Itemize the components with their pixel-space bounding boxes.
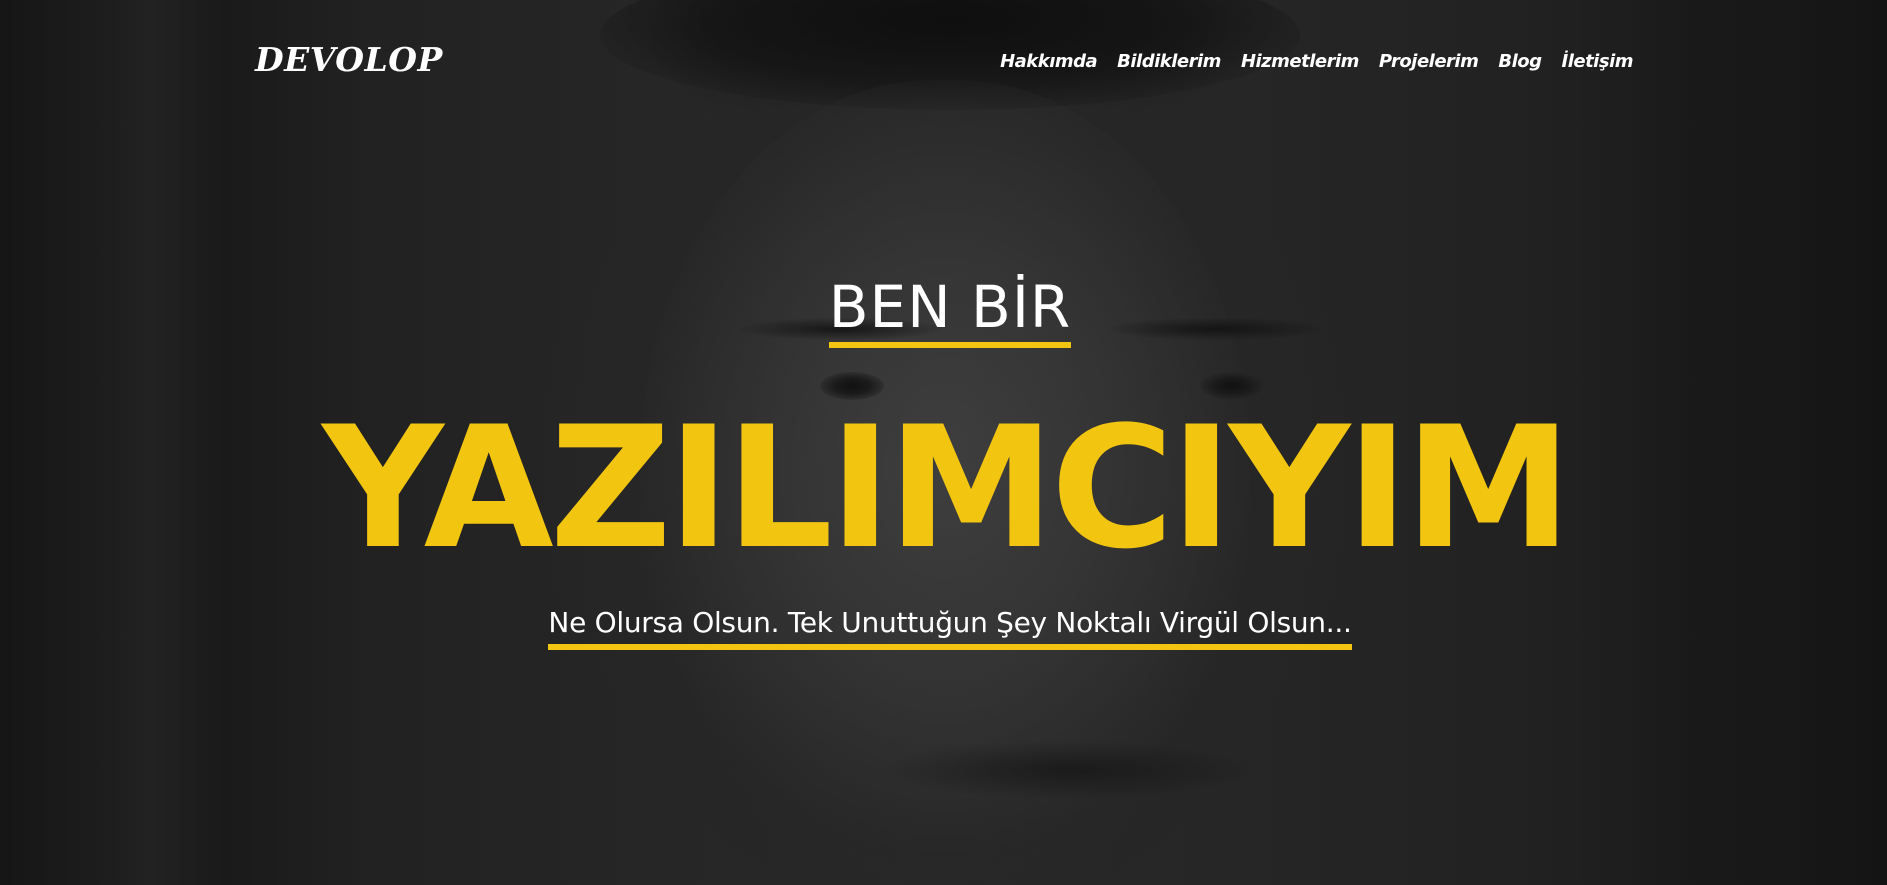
nav-item-blog[interactable]: Blog bbox=[1498, 51, 1542, 72]
hero-kicker-text: BEN BİR bbox=[828, 272, 1072, 348]
nav-item-hakkimda[interactable]: Hakkımda bbox=[1000, 51, 1098, 72]
site-logo[interactable]: DEVOLOP bbox=[255, 40, 443, 79]
hero-headline: YAZILIMCIYIM bbox=[322, 390, 1572, 586]
nav-item-projelerim[interactable]: Projelerim bbox=[1379, 51, 1479, 72]
hero-tagline: Ne Olursa Olsun. Tek Unuttuğun Şey Nokta… bbox=[0, 602, 1887, 650]
main-nav: Hakkımda Bildiklerim Hizmetlerim Projele… bbox=[1000, 51, 1633, 72]
nav-item-hizmetlerim[interactable]: Hizmetlerim bbox=[1241, 51, 1359, 72]
hero-tagline-text: Ne Olursa Olsun. Tek Unuttuğun Şey Nokta… bbox=[548, 602, 1352, 650]
nav-item-iletisim[interactable]: İletişim bbox=[1562, 51, 1634, 72]
nav-item-bildiklerim[interactable]: Bildiklerim bbox=[1117, 51, 1221, 72]
portrait-mustache bbox=[880, 740, 1260, 800]
hero-kicker: BEN BİR bbox=[0, 272, 1887, 348]
